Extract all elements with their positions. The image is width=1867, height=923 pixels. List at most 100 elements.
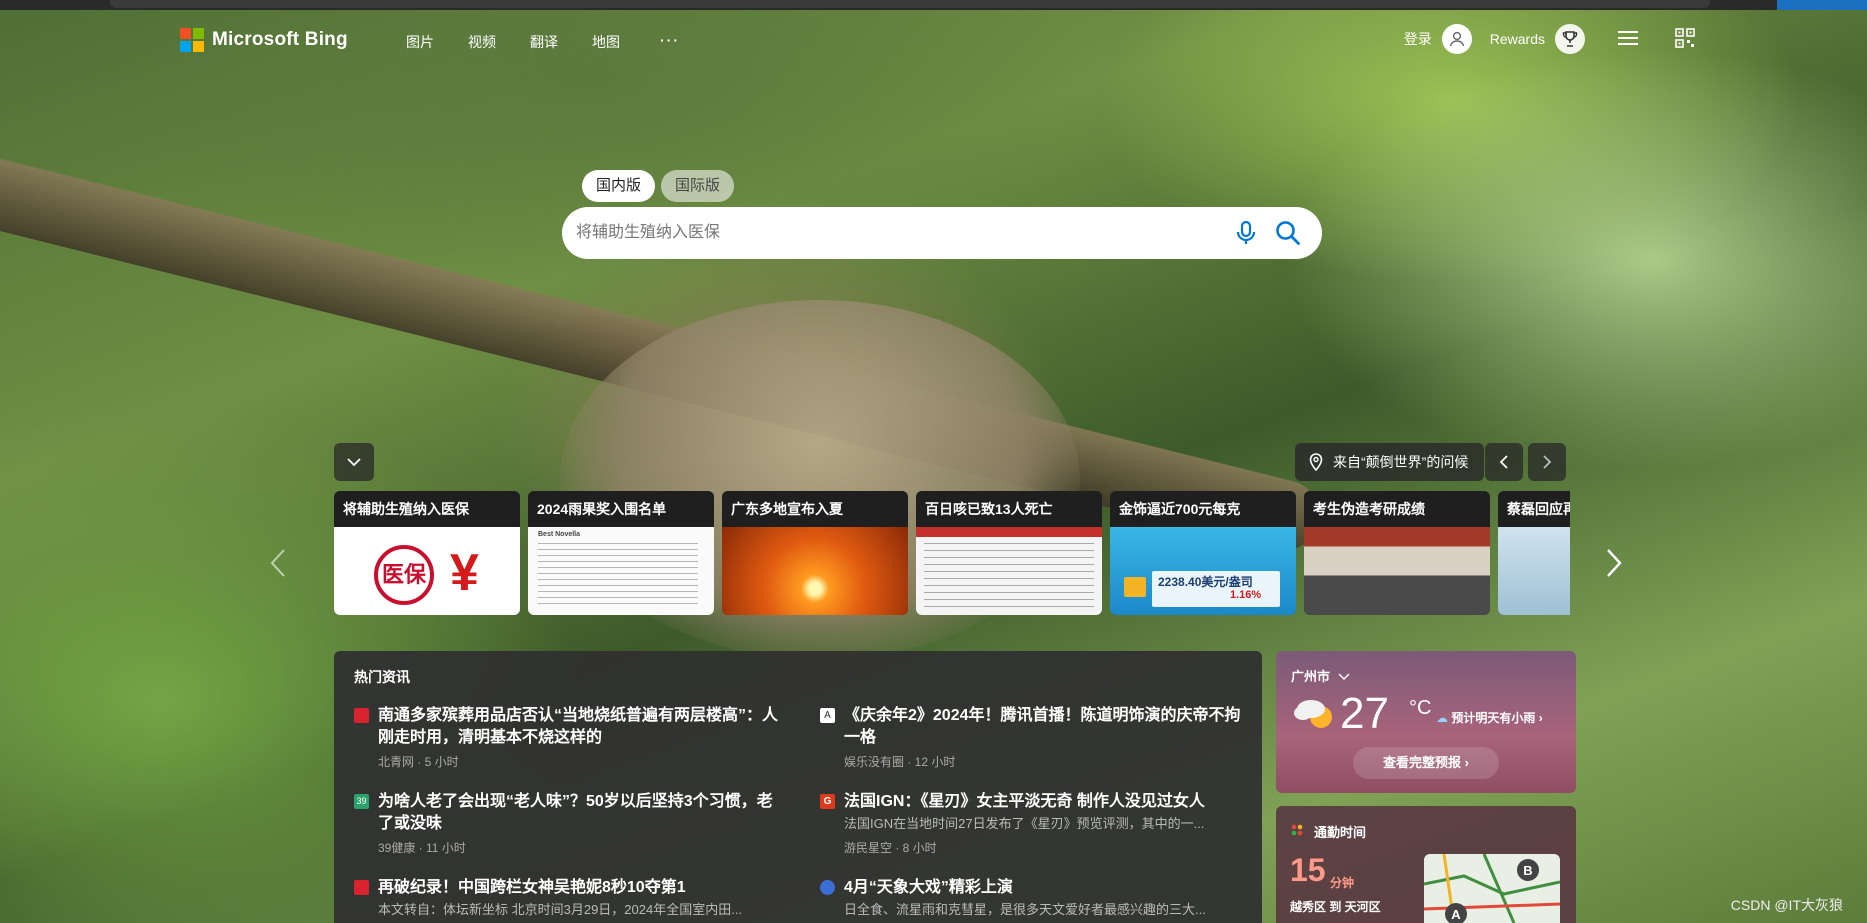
- news-meta: 39健康 · 11 小时: [378, 841, 466, 855]
- trending-card[interactable]: 百日咳已致13人死亡: [916, 491, 1102, 615]
- book-list-lines: [538, 543, 698, 609]
- news-item[interactable]: 4月“天象大戏”精彩上演 日全食、流星雨和克彗星，是很多天文爱好者最感兴趣的三大…: [820, 877, 1240, 923]
- gold-price-change: 1.16%: [1230, 589, 1262, 601]
- watermark: CSDN @IT大灰狼: [1730, 897, 1843, 913]
- chevron-left-icon: [1499, 455, 1508, 469]
- trending-card[interactable]: 2024雨果奖入围名单 Best Novella: [528, 491, 714, 615]
- commute-unit: 分钟: [1330, 876, 1355, 890]
- weather-city[interactable]: 广州市: [1291, 666, 1350, 685]
- news-description: 本文转自：体坛新坐标 北京时间3月29日，2024年全国室内田...: [378, 902, 743, 917]
- trending-card-title: 蔡磊回应再: [1498, 491, 1570, 527]
- hamburger-menu-icon[interactable]: [1617, 29, 1639, 50]
- trending-card-image: [722, 527, 908, 615]
- svg-text:B: B: [1523, 863, 1532, 878]
- chevron-down-icon: [1338, 673, 1350, 681]
- news-source-icon: [820, 880, 835, 895]
- trending-card[interactable]: 蔡磊回应再: [1498, 491, 1570, 615]
- trending-card[interactable]: 广东多地宣布入夏: [722, 491, 908, 615]
- full-forecast-button[interactable]: 查看完整预报 ›: [1353, 747, 1499, 779]
- commute-minutes: 15: [1290, 852, 1326, 888]
- news-title[interactable]: 《庆余年2》2024年！腾讯首播！陈道明饰演的庆帝不拘一格: [844, 705, 1244, 749]
- chevron-right-icon: ›: [1538, 711, 1543, 725]
- tab-international[interactable]: 国际版: [661, 170, 735, 202]
- weather-unit: °C: [1409, 697, 1432, 719]
- qr-code-icon[interactable]: [1675, 27, 1695, 51]
- previous-image-button[interactable]: [1485, 443, 1523, 481]
- news-title[interactable]: 4月“天象大戏”精彩上演: [844, 877, 1244, 899]
- news-title[interactable]: 南通多家殡葬用品店否认“当地烧纸普遍有两层楼高”：人刚走时用，清明基本不烧这样的: [378, 705, 778, 749]
- commute-card[interactable]: 通勤时间 15 分钟 越秀区 到 天河区 B A: [1276, 806, 1576, 923]
- trending-card-image: 医保 ¥: [334, 527, 520, 615]
- chevron-right-icon: [1607, 549, 1622, 577]
- main-nav: 图片 视频 翻译 地图 ···: [406, 32, 680, 52]
- weather-card[interactable]: 广州市 27 °C ☁ 预计明天有小雨 › 查看完整预报 ›: [1276, 651, 1576, 793]
- header: Microsoft Bing 图片 视频 翻译 地图 ··· 登录 Reward…: [0, 20, 1867, 64]
- news-item[interactable]: 再破纪录！中国跨栏女神吴艳妮8秒10夺第1 本文转自：体坛新坐标 北京时间3月2…: [354, 877, 774, 923]
- news-item[interactable]: A 《庆余年2》2024年！腾讯首播！陈道明饰演的庆帝不拘一格 娱乐没有圈 · …: [820, 705, 1241, 785]
- brand-name: Microsoft Bing: [212, 29, 348, 50]
- news-meta: 娱乐没有圈 · 12 小时: [844, 755, 956, 769]
- news-source-icon: [354, 880, 369, 895]
- trending-carousel: 将辅助生殖纳入医保 医保 ¥ 2024雨果奖入围名单 Best Novella …: [334, 491, 1570, 615]
- news-source-icon: [354, 708, 369, 723]
- news-meta: 北青网 · 5 小时: [378, 755, 459, 769]
- browser-top-strip: [0, 0, 1867, 10]
- trending-card[interactable]: 金饰逼近700元每克 2238.40美元/盎司 1.16%: [1110, 491, 1296, 615]
- search-input[interactable]: [576, 219, 1196, 247]
- tab-domestic[interactable]: 国内版: [582, 170, 656, 202]
- address-bar-edge: [110, 0, 1710, 8]
- collapse-button[interactable]: [334, 443, 374, 481]
- nav-videos[interactable]: 视频: [468, 32, 496, 52]
- medical-insurance-badge: 医保: [374, 545, 434, 605]
- trending-card-image: [1304, 527, 1490, 615]
- trending-card-title: 百日咳已致13人死亡: [916, 491, 1102, 527]
- news-item[interactable]: 南通多家殡葬用品店否认“当地烧纸普遍有两层楼高”：人刚走时用，清明基本不烧这样的…: [354, 705, 778, 785]
- commute-map[interactable]: B A: [1424, 854, 1560, 923]
- news-item[interactable]: G 法国IGN：《星刃》女主平淡无奇 制作人没见过女人 法国IGN在当地时间27…: [820, 791, 1240, 871]
- news-source-icon: A: [820, 708, 835, 723]
- search-box: [562, 207, 1322, 259]
- trending-card-title: 将辅助生殖纳入医保: [334, 491, 520, 527]
- news-item[interactable]: 39 为啥人老了会出现“老人味”？50岁以后坚持3个习惯，老了或没味 39健康 …: [354, 791, 774, 871]
- nav-more[interactable]: ···: [660, 32, 680, 52]
- carousel-next-arrow[interactable]: [1606, 548, 1622, 583]
- user-icon[interactable]: [1441, 24, 1472, 54]
- news-title[interactable]: 再破纪录！中国跨栏女神吴艳妮8秒10夺第1: [378, 877, 778, 899]
- webpage-banner: [916, 527, 1102, 537]
- trending-card-title: 考生伪造考研成绩: [1304, 491, 1490, 527]
- nav-images[interactable]: 图片: [406, 32, 434, 52]
- weather-forecast-text: 预计明天有小雨: [1451, 711, 1536, 725]
- news-description: 日全食、流星雨和克彗星，是很多天文爱好者最感兴趣的三大...: [844, 902, 1206, 917]
- trending-card-title: 2024雨果奖入围名单: [528, 491, 714, 527]
- trending-card[interactable]: 考生伪造考研成绩: [1304, 491, 1490, 615]
- nav-maps[interactable]: 地图: [592, 32, 620, 52]
- trending-card-image: 2238.40美元/盎司 1.16%: [1110, 527, 1296, 615]
- image-location-button[interactable]: 来自“颠倒世界”的问候: [1295, 443, 1485, 481]
- trending-card-image: Best Novella: [528, 527, 714, 615]
- trending-card-title: 广东多地宣布入夏: [722, 491, 908, 527]
- trending-card-title: 金饰逼近700元每克: [1110, 491, 1296, 527]
- news-title[interactable]: 为啥人老了会出现“老人味”？50岁以后坚持3个习惯，老了或没味: [378, 791, 778, 835]
- trending-card[interactable]: 将辅助生殖纳入医保 医保 ¥: [334, 491, 520, 615]
- webpage-lines: [924, 543, 1094, 609]
- trophy-icon[interactable]: [1555, 24, 1585, 54]
- news-source-icon: G: [820, 794, 835, 809]
- news-title[interactable]: 法国IGN：《星刃》女主平淡无奇 制作人没见过女人: [844, 791, 1244, 813]
- carousel-prev-arrow[interactable]: [270, 548, 286, 583]
- commute-heading: 通勤时间: [1314, 825, 1367, 840]
- browser-accent: [1777, 0, 1867, 10]
- rewards-label[interactable]: Rewards: [1490, 31, 1545, 47]
- book-list-heading: Best Novella: [538, 531, 581, 538]
- gold-bar-icon: [1124, 577, 1146, 597]
- next-image-button[interactable]: [1528, 443, 1566, 481]
- microphone-icon[interactable]: [1234, 219, 1258, 252]
- nav-translate[interactable]: 翻译: [530, 32, 558, 52]
- weather-city-name: 广州市: [1291, 669, 1331, 684]
- rain-icon: ☁: [1436, 711, 1448, 725]
- chevron-down-icon: [347, 458, 361, 467]
- weather-forecast[interactable]: ☁ 预计明天有小雨 ›: [1436, 709, 1543, 726]
- search-icon[interactable]: [1274, 219, 1302, 252]
- trending-card-image: [916, 527, 1102, 615]
- login-link[interactable]: 登录: [1404, 29, 1432, 49]
- bing-logo[interactable]: Microsoft Bing: [180, 28, 348, 52]
